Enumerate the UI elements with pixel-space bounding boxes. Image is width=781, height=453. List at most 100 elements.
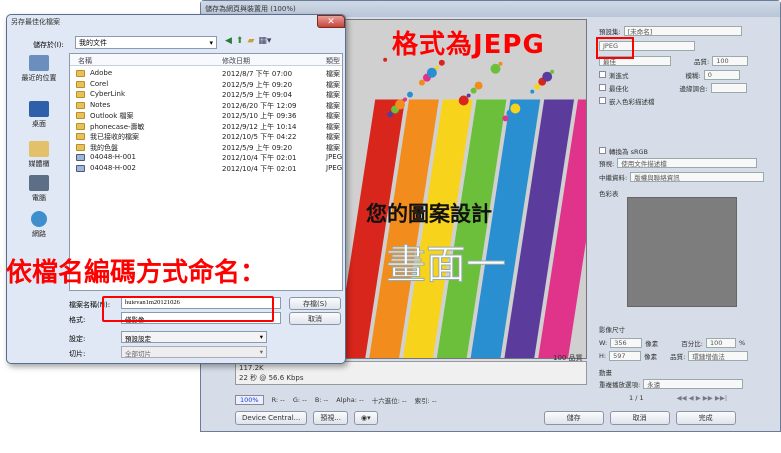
folder-icon: [76, 143, 85, 151]
file-date-cell: 2012/5/9 上午 09:04: [222, 91, 293, 99]
height-label: H:: [599, 351, 607, 360]
file-row[interactable]: 我已接收的檔案 2012/10/5 下午 04:22 檔案: [70, 131, 342, 142]
file-row[interactable]: 我的色盤 2012/5/9 上午 09:20 檔案: [70, 142, 342, 153]
up-folder-icon[interactable]: ⬆: [236, 36, 244, 46]
place-libraries[interactable]: 媒體櫃: [11, 141, 67, 169]
sfw-done-button[interactable]: 完成: [675, 411, 736, 425]
status-r: R: --: [271, 396, 285, 404]
status-g: G: --: [292, 396, 307, 404]
libraries-icon: [29, 141, 49, 157]
artwork-dot: [542, 71, 553, 82]
file-row[interactable]: CyberLink 2012/5/9 上午 09:04 檔案: [70, 89, 342, 100]
file-name-cell: 04048-H-002: [90, 163, 136, 172]
column-type[interactable]: 類型: [326, 56, 340, 66]
folder-icon: [76, 122, 85, 130]
convert-srgb-checkbox[interactable]: [599, 147, 606, 154]
loop-label: 重複播放選項:: [599, 380, 641, 389]
width-input[interactable]: 356: [610, 337, 643, 348]
artwork-dot: [474, 81, 483, 90]
file-row[interactable]: Outlook 檔案 2012/5/10 上午 09:36 檔案: [70, 110, 342, 121]
height-input[interactable]: 597: [609, 350, 642, 361]
device-central-button[interactable]: Device Central...: [235, 411, 308, 425]
preview-select[interactable]: 使用文件描述檔: [617, 157, 758, 168]
save-button[interactable]: 存檔(S): [289, 297, 341, 310]
artwork-dot: [407, 91, 413, 98]
annotation-box-format: [596, 37, 634, 59]
preview-button[interactable]: 預視...: [313, 411, 349, 425]
zoom-select[interactable]: 100%: [235, 395, 264, 405]
percent-input[interactable]: 100: [705, 337, 736, 348]
file-row[interactable]: 04048-H-001 2012/10/4 下午 02:01 JPEG: [70, 152, 342, 163]
file-date-cell: 2012/10/4 下午 02:01: [222, 164, 297, 173]
settings-dropdown[interactable]: 預設設定 ▾: [121, 331, 267, 343]
quality-label: 品質:: [694, 57, 710, 66]
file-row[interactable]: Corel 2012/5/9 上午 09:20 檔案: [70, 79, 342, 90]
file-row[interactable]: Adobe 2012/8/7 下午 07:00 檔案: [70, 68, 342, 79]
desktop-icon: [29, 101, 49, 117]
artwork-dot: [418, 79, 425, 86]
place-computer[interactable]: 電腦: [11, 175, 67, 203]
sfw-save-button[interactable]: 儲存: [543, 411, 604, 425]
file-type-cell: 檔案: [326, 112, 340, 120]
place-recent[interactable]: 最近的位置: [11, 55, 67, 83]
matte-select[interactable]: [710, 82, 747, 93]
network-icon: [31, 211, 47, 227]
folder-icon: [76, 80, 85, 88]
artwork-dot: [530, 89, 535, 94]
place-computer-label: 電腦: [32, 194, 46, 202]
file-row[interactable]: 04048-H-002 2012/10/4 下午 02:01 JPEG: [70, 163, 342, 174]
file-date-cell: 2012/9/12 上午 10:14: [222, 122, 297, 131]
loop-select[interactable]: 永遠: [643, 378, 744, 389]
file-date-cell: 2012/5/9 上午 09:20: [222, 80, 293, 89]
file-name-cell: phonecase-壽敏: [90, 122, 145, 131]
place-network[interactable]: 網路: [11, 211, 67, 239]
playback-controls-icon[interactable]: ◀◀ ◀ ▶ ▶▶ ▶▶|: [677, 394, 727, 402]
folder-icon: [76, 91, 85, 98]
status-index: 索引: --: [414, 397, 437, 405]
optimized-checkbox[interactable]: [599, 84, 606, 91]
percent-label: 百分比:: [681, 339, 703, 348]
resample-label: 品質:: [670, 352, 686, 361]
image-size-label: 影像尺寸: [599, 325, 625, 334]
close-icon[interactable]: ✕: [317, 15, 345, 28]
column-modified[interactable]: 修改日期: [222, 56, 250, 66]
save-in-select[interactable]: 我的文件 ▾: [75, 36, 217, 49]
view-menu-icon[interactable]: ▦▾: [258, 36, 271, 46]
metadata-select[interactable]: 版權與聯絡資訊: [630, 171, 765, 182]
column-name[interactable]: 名稱: [78, 56, 92, 66]
resample-select[interactable]: 環鏈增值法: [688, 350, 749, 361]
place-desktop[interactable]: 桌面: [11, 101, 67, 129]
back-icon[interactable]: ◀: [225, 36, 232, 46]
settings-panel: 預設集: [未命名] JPEG 最佳 品質: 100 漸進式 模糊: 0 最佳化…: [599, 19, 771, 405]
cancel-button[interactable]: 取消: [289, 312, 341, 325]
progressive-checkbox[interactable]: [599, 71, 606, 78]
color-table-swatch: [627, 197, 737, 307]
chevron-down-icon: ▾: [259, 348, 263, 356]
file-type-cell: 檔案: [326, 122, 340, 131]
browser-icon[interactable]: ◉▾: [354, 411, 378, 425]
status-alpha: Alpha: --: [336, 396, 364, 404]
slices-label: 切片:: [69, 350, 86, 358]
artwork-dot: [383, 57, 388, 62]
sfw-cancel-button[interactable]: 取消: [609, 411, 670, 425]
file-row[interactable]: phonecase-壽敏 2012/9/12 上午 10:14 檔案: [70, 121, 342, 132]
file-date-cell: 2012/10/4 下午 02:01: [222, 154, 297, 162]
preset-select[interactable]: [未命名]: [623, 25, 742, 36]
artwork-dot: [550, 69, 555, 74]
quality-input[interactable]: 100: [712, 55, 749, 66]
settings-label: 設定:: [69, 335, 86, 343]
file-type-cell: 檔案: [326, 91, 340, 99]
file-size-text: 117.2K: [239, 364, 264, 372]
embed-profile-checkbox[interactable]: [599, 97, 606, 104]
recent-places-icon: [29, 55, 49, 71]
file-name-cell: Adobe: [90, 69, 113, 77]
blur-input[interactable]: 0: [703, 69, 740, 80]
slices-dropdown[interactable]: 全部切片 ▾: [121, 346, 267, 358]
file-type-cell: 檔案: [326, 143, 340, 152]
file-date-cell: 2012/8/7 下午 07:00: [222, 70, 293, 78]
artwork-dot: [458, 95, 469, 106]
new-folder-icon[interactable]: ▰: [247, 36, 254, 46]
computer-icon: [29, 175, 49, 191]
file-row[interactable]: Notes 2012/6/20 下午 12:09 檔案: [70, 100, 342, 111]
file-date-cell: 2012/5/10 上午 09:36: [222, 112, 297, 120]
